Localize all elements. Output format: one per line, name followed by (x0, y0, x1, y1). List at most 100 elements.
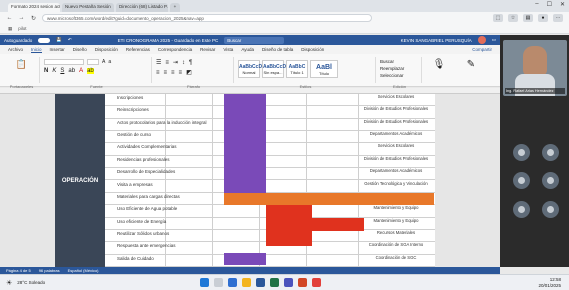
font-size-select[interactable] (87, 59, 99, 65)
bookmark-item[interactable]: pilot (18, 26, 26, 31)
collections-icon[interactable]: ▤ (523, 14, 533, 22)
tab-inicio[interactable]: Inicio (31, 47, 42, 53)
activity-cell[interactable]: Reinscripciones (117, 107, 149, 112)
font-color-icon[interactable]: A (79, 68, 83, 74)
responsible-cell[interactable]: División de Estudios Profesionales (361, 119, 431, 125)
browser-tab-2[interactable]: Nuevo Pestaña Sesión (62, 3, 114, 12)
participant-avatar[interactable] (542, 201, 559, 218)
style-normal[interactable]: AaBbCcDc Normal (238, 60, 265, 78)
shrink-font-icon[interactable]: a (108, 59, 111, 65)
tab-diseno-tabla[interactable]: Diseño de tabla (262, 47, 293, 52)
activity-cell[interactable]: Gestión de curso (117, 132, 151, 137)
activity-cell[interactable]: Desarrollo de Especialidades (117, 169, 175, 174)
edge-icon[interactable] (228, 278, 238, 287)
maximize-icon[interactable]: ☐ (547, 1, 552, 8)
underline-icon[interactable]: S (60, 68, 64, 74)
favorites-icon[interactable]: ☆ (508, 14, 518, 22)
responsible-cell[interactable]: Gestión Tecnológica y Vinculación (361, 181, 431, 187)
tab-disposicion[interactable]: Disposición (95, 47, 118, 52)
new-tab-button[interactable]: + (170, 3, 180, 12)
close-icon[interactable]: ✕ (560, 1, 565, 8)
ribbon-display-icon[interactable]: ▭ (492, 37, 496, 43)
find-button[interactable]: Buscar (380, 59, 419, 64)
highlight-icon[interactable]: ab (87, 68, 94, 74)
indent-icon[interactable]: ⇥ (173, 59, 178, 66)
bold-icon[interactable]: N (44, 68, 48, 74)
numbering-icon[interactable]: ≡ (165, 60, 169, 66)
dictate-icon[interactable]: 🎙 (424, 57, 454, 83)
responsible-cell[interactable]: Servicios Escolares (361, 94, 431, 100)
back-icon[interactable]: ← (6, 15, 13, 21)
justify-icon[interactable]: ≡ (179, 70, 183, 76)
activity-cell[interactable]: Salida de Cuidado (117, 256, 154, 261)
responsible-cell[interactable]: Coordinación de SGA Interno (361, 243, 431, 248)
participant-avatar[interactable] (513, 144, 530, 161)
word-search-input[interactable]: Buscar (224, 36, 285, 44)
weather-icon[interactable]: ☀ (6, 279, 12, 287)
activity-cell[interactable]: Actos protocolarios para la inducción in… (117, 120, 207, 125)
responsible-cell[interactable]: Mantenimiento y Equipo (361, 206, 431, 211)
tab-correspondencia[interactable]: Correspondencia (158, 47, 192, 52)
responsible-cell[interactable]: Departamentos Académicos (361, 169, 431, 174)
activity-cell[interactable]: Respuesta ante emergencias (117, 243, 176, 248)
forward-icon[interactable]: → (18, 15, 25, 21)
reload-icon[interactable]: ↻ (30, 15, 37, 22)
activity-cell[interactable]: Visita a empresas (117, 182, 153, 187)
align-right-icon[interactable]: ≡ (171, 70, 175, 76)
strikethrough-icon[interactable]: ab (68, 68, 75, 74)
align-left-icon[interactable]: ≡ (156, 70, 160, 76)
autosave-toggle[interactable] (38, 37, 51, 43)
participant-avatar[interactable] (542, 144, 559, 161)
responsible-cell[interactable]: Departamentos Académicos (361, 132, 431, 137)
tab-revisar[interactable]: Revisar (200, 47, 215, 52)
undo-icon[interactable]: ↶ (68, 37, 72, 43)
bullets-icon[interactable]: ☰ (156, 59, 161, 66)
style-no-spacing[interactable]: AaBbCcDc Sin espa... (262, 60, 289, 78)
minimize-icon[interactable]: – (535, 1, 538, 8)
grow-font-icon[interactable]: A (102, 59, 105, 65)
tab-insertar[interactable]: Insertar (50, 47, 65, 52)
extension-icon[interactable]: ⬚ (493, 14, 503, 22)
excel-icon[interactable] (270, 278, 280, 287)
menu-icon[interactable]: ⋯ (553, 14, 563, 22)
paste-icon[interactable]: 📋 (6, 59, 37, 70)
select-button[interactable]: Seleccionar (380, 73, 419, 78)
activity-cell[interactable]: Residencias profesionales (117, 157, 170, 162)
responsible-cell[interactable]: División de Estudios Profesionales (361, 156, 431, 162)
activity-cell[interactable]: Actividades Complementarias (117, 144, 177, 149)
activity-cell[interactable]: Materiales para cargas directas (117, 194, 180, 199)
share-button[interactable]: Compartir (472, 47, 492, 52)
responsible-cell[interactable]: División de Estudios Profesionales (361, 107, 431, 112)
start-icon[interactable] (200, 278, 210, 287)
shading-icon[interactable]: ◩ (186, 69, 192, 76)
responsible-cell[interactable]: Servicios Escolares (361, 144, 431, 149)
teams-icon[interactable] (284, 278, 294, 287)
clock[interactable]: 12:58 20/01/2025 (538, 277, 561, 288)
search-icon[interactable] (214, 278, 224, 287)
tab-ayuda[interactable]: Ayuda (241, 47, 254, 52)
responsible-cell[interactable]: Mantenimiento y Equipo (361, 218, 431, 224)
editor-icon[interactable]: ✎ (456, 57, 486, 83)
tab-diseno[interactable]: Diseño (73, 47, 87, 52)
participant-avatar[interactable] (542, 172, 559, 189)
font-family-select[interactable] (44, 59, 84, 65)
participant-avatar[interactable] (513, 201, 530, 218)
tab-vista[interactable]: Vista (223, 47, 233, 52)
file-explorer-icon[interactable] (242, 278, 252, 287)
responsible-cell[interactable]: Coordinación de SGC (361, 255, 431, 261)
italic-icon[interactable]: K (52, 68, 56, 74)
tab-disposicion-tabla[interactable]: Disposición (301, 47, 324, 52)
word-icon[interactable] (256, 278, 266, 287)
sort-icon[interactable]: ↕ (182, 60, 185, 66)
align-center-icon[interactable]: ≡ (164, 70, 168, 76)
activity-cell[interactable]: Uso eficiente de Energía (117, 219, 166, 224)
activity-cell[interactable]: Uso Eficiente de Agua potable (117, 206, 177, 211)
activity-cell[interactable]: Reutilizar Sólidos urbanos (117, 231, 169, 236)
browser-tab-1[interactable]: Formato 2024 sesion act... (8, 3, 60, 12)
presenter-video[interactable]: Ing. Rafael Arias Hernández (503, 40, 567, 96)
chrome-icon[interactable] (312, 278, 322, 287)
participant-avatar[interactable] (513, 172, 530, 189)
url-field[interactable]: www.microsoft365.com/word/edit?guid=docu… (42, 14, 372, 22)
user-avatar[interactable] (477, 36, 486, 44)
tab-referencias[interactable]: Referencias (126, 47, 150, 52)
